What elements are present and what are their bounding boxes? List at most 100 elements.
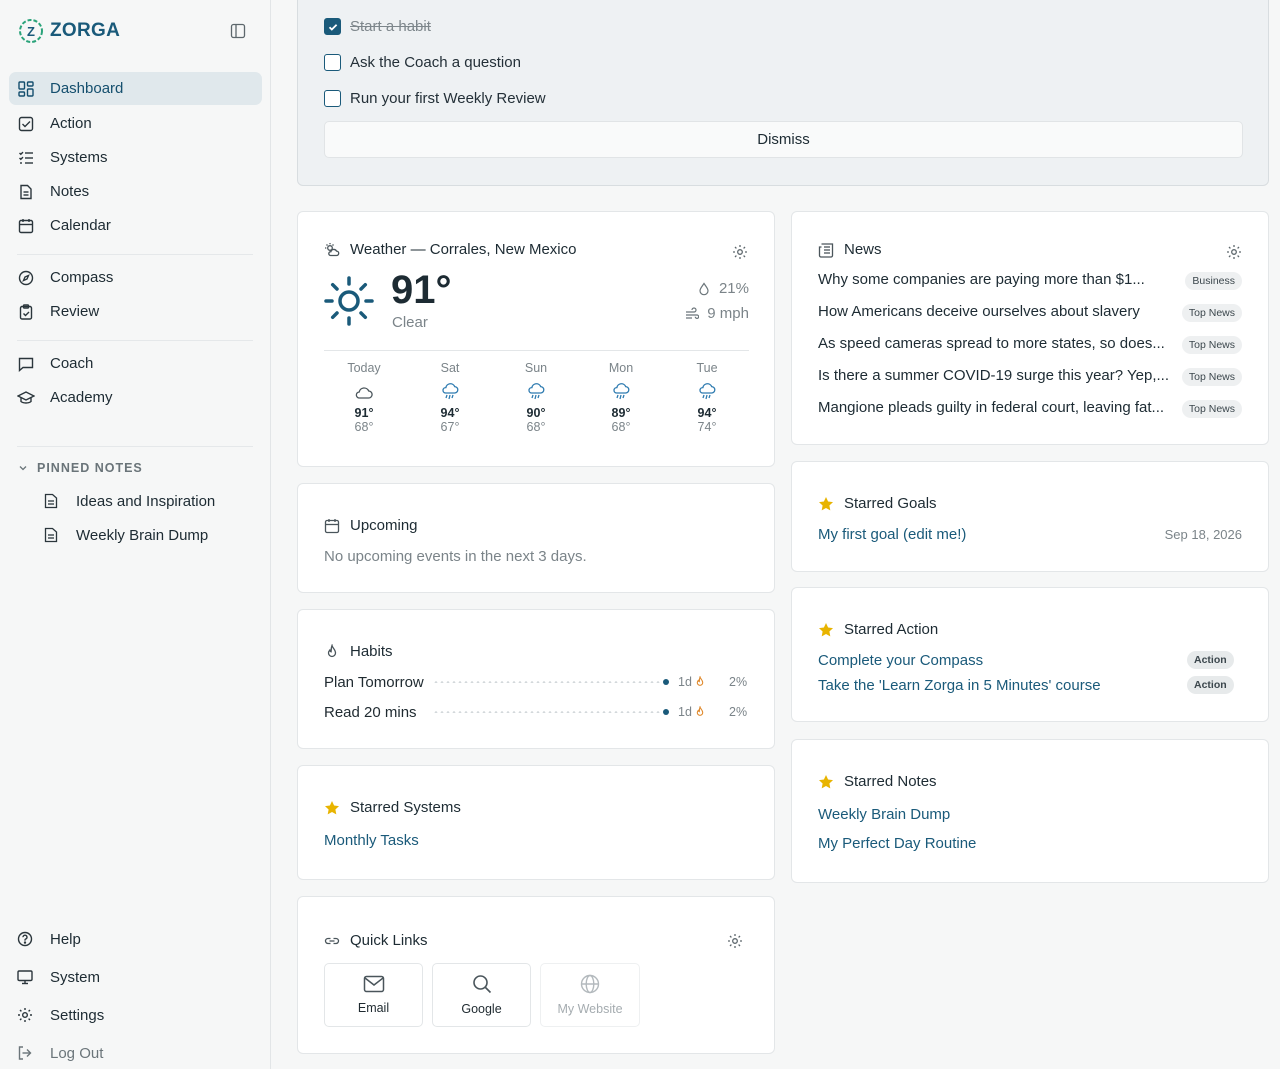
sidebar-divider bbox=[17, 254, 253, 255]
zorga-logo-icon: Z bbox=[19, 19, 43, 43]
star-icon bbox=[819, 622, 833, 636]
weather-title: Weather — Corrales, New Mexico bbox=[324, 241, 576, 258]
onboarding-item[interactable]: Run your first Weekly Review bbox=[324, 90, 546, 107]
pinned-note-label: Weekly Brain Dump bbox=[76, 526, 209, 544]
sidebar-toggle-icon[interactable] bbox=[230, 23, 246, 39]
sidebar-item-settings[interactable]: Settings bbox=[9, 1000, 104, 1030]
news-headline[interactable]: How Americans deceive ourselves about sl… bbox=[818, 303, 1178, 320]
sidebar-item-label: Academy bbox=[50, 389, 113, 406]
list-check-icon bbox=[17, 149, 35, 167]
wind: 9 mph bbox=[685, 305, 749, 322]
sidebar-item-review[interactable]: Review bbox=[9, 295, 262, 328]
sidebar-item-systems[interactable]: Systems bbox=[9, 141, 262, 174]
news-settings-gear-icon[interactable] bbox=[1226, 244, 1242, 260]
checkbox-checked[interactable] bbox=[324, 18, 341, 35]
onboarding-item[interactable]: Start a habit bbox=[324, 18, 431, 35]
news-headline[interactable]: As speed cameras spread to more states, … bbox=[818, 335, 1178, 352]
dismiss-button[interactable]: Dismiss bbox=[324, 121, 1243, 158]
news-headline[interactable]: Why some companies are paying more than … bbox=[818, 271, 1178, 288]
sidebar-item-action[interactable]: Action bbox=[9, 107, 262, 140]
star-icon bbox=[325, 800, 339, 814]
starred-notes-title-label: Starred Notes bbox=[844, 773, 937, 790]
starred-action-link[interactable]: Complete your Compass bbox=[818, 652, 983, 669]
weather-settings-gear-icon[interactable] bbox=[732, 244, 748, 260]
mail-icon bbox=[363, 975, 384, 993]
humidity: 21% bbox=[697, 280, 749, 297]
quick-links-settings-gear-icon[interactable] bbox=[727, 933, 743, 949]
starred-goal-link[interactable]: My first goal (edit me!) bbox=[818, 526, 966, 543]
forecast-low: 68° bbox=[354, 420, 374, 434]
pinned-notes-label: PINNED NOTES bbox=[37, 461, 143, 475]
sidebar-item-label: Notes bbox=[50, 183, 90, 200]
quick-links-title: Quick Links bbox=[324, 932, 428, 949]
document-icon bbox=[44, 493, 60, 509]
habit-progress-marker bbox=[663, 679, 669, 685]
sidebar-item-label: Settings bbox=[50, 1006, 105, 1024]
habit-name[interactable]: Read 20 mins bbox=[324, 704, 417, 721]
sidebar-item-notes[interactable]: Notes bbox=[9, 175, 262, 208]
news-tag-badge: Top News bbox=[1181, 400, 1242, 418]
checkbox[interactable] bbox=[324, 90, 341, 107]
starred-goals-title-label: Starred Goals bbox=[844, 495, 937, 512]
sidebar-item-system[interactable]: System bbox=[9, 962, 100, 992]
streak-flame-icon bbox=[696, 706, 704, 716]
gear-icon bbox=[17, 1007, 35, 1023]
quick-link-website[interactable]: My Website bbox=[540, 963, 640, 1027]
forecast-day-label: Sun bbox=[524, 361, 548, 375]
logo[interactable]: Z ZORGA bbox=[18, 18, 120, 44]
starred-action-link[interactable]: Take the 'Learn Zorga in 5 Minutes' cour… bbox=[818, 677, 1101, 694]
starred-note-link[interactable]: Weekly Brain Dump bbox=[818, 806, 950, 823]
starred-note-link[interactable]: My Perfect Day Routine bbox=[818, 835, 976, 852]
news-headline[interactable]: Mangione pleads guilty in federal court,… bbox=[818, 399, 1178, 416]
forecast-day-label: Mon bbox=[608, 361, 634, 375]
sidebar-item-dashboard[interactable]: Dashboard bbox=[9, 72, 262, 105]
sidebar-item-academy[interactable]: Academy bbox=[9, 381, 262, 414]
sidebar-item-label: Help bbox=[50, 930, 81, 948]
rain-icon bbox=[697, 380, 717, 404]
pinned-note-item[interactable]: Weekly Brain Dump bbox=[44, 520, 208, 550]
habit-streak-value: 1d bbox=[678, 705, 692, 719]
quick-link-label: Email bbox=[357, 1001, 390, 1015]
sidebar: Z ZORGA Dashboard Action Systems Notes C… bbox=[0, 0, 271, 1069]
search-icon bbox=[472, 975, 491, 994]
sidebar-item-coach[interactable]: Coach bbox=[9, 347, 262, 380]
graduation-cap-icon bbox=[17, 389, 35, 407]
pinned-notes-header[interactable]: PINNED NOTES bbox=[18, 461, 143, 475]
starred-goal-date: Sep 18, 2026 bbox=[1164, 527, 1242, 542]
starred-systems-card bbox=[297, 765, 775, 880]
onboarding-item-label: Run your first Weekly Review bbox=[350, 90, 546, 107]
document-icon bbox=[17, 183, 35, 201]
sidebar-item-calendar[interactable]: Calendar bbox=[9, 209, 262, 242]
sidebar-item-label: System bbox=[50, 968, 101, 986]
forecast-day: Sun 90° 68° bbox=[506, 361, 566, 434]
forecast-day-label: Sat bbox=[440, 361, 460, 375]
sidebar-item-logout[interactable]: Log Out bbox=[9, 1038, 103, 1068]
calendar-icon bbox=[324, 518, 340, 533]
current-temperature: 91° bbox=[391, 268, 452, 312]
sidebar-item-help[interactable]: Help bbox=[9, 924, 81, 954]
checkbox[interactable] bbox=[324, 54, 341, 71]
sun-icon bbox=[324, 276, 374, 326]
forecast-high: 94° bbox=[440, 406, 460, 420]
pinned-note-item[interactable]: Ideas and Inspiration bbox=[44, 486, 215, 516]
rain-icon bbox=[611, 380, 631, 404]
chat-icon bbox=[17, 355, 35, 373]
starred-system-link[interactable]: Monthly Tasks bbox=[324, 832, 419, 849]
sidebar-item-label: Coach bbox=[50, 355, 94, 372]
news-title: News bbox=[818, 241, 882, 258]
onboarding-item[interactable]: Ask the Coach a question bbox=[324, 54, 521, 71]
quick-link-google[interactable]: Google bbox=[432, 963, 531, 1027]
news-headline[interactable]: Is there a summer COVID-19 surge this ye… bbox=[818, 367, 1178, 384]
action-tag-badge: Action bbox=[1187, 676, 1234, 694]
droplet-icon bbox=[699, 281, 709, 295]
habit-percent: 2% bbox=[729, 705, 748, 719]
wind-icon bbox=[686, 306, 700, 319]
quick-link-email[interactable]: Email bbox=[324, 963, 423, 1027]
sidebar-item-compass[interactable]: Compass bbox=[9, 261, 262, 294]
upcoming-empty-text: No upcoming events in the next 3 days. bbox=[324, 548, 587, 565]
news-tag-badge: Top News bbox=[1181, 368, 1242, 386]
habit-name[interactable]: Plan Tomorrow bbox=[324, 674, 424, 691]
flame-icon bbox=[327, 643, 337, 657]
sidebar-item-label: Compass bbox=[50, 269, 114, 286]
starred-action-title: Starred Action bbox=[818, 621, 938, 638]
